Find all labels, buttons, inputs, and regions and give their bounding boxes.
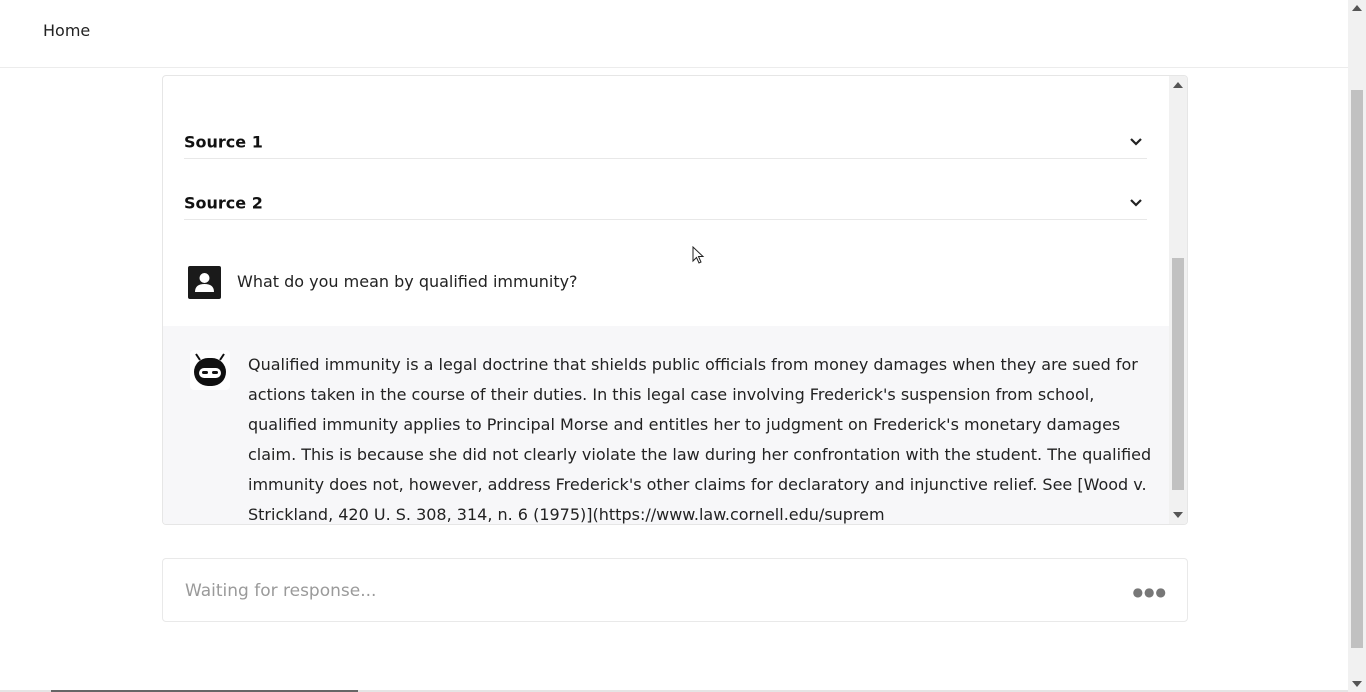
user-message-text: What do you mean by qualified immunity? [237, 272, 578, 291]
source-label: Source 2 [184, 193, 263, 213]
scrollbar-thumb[interactable] [1351, 90, 1363, 648]
chat-history: Source 1 Source 2 What do you mean by qu… [163, 76, 1169, 524]
user-avatar-icon [188, 266, 221, 299]
scroll-down-icon[interactable] [1173, 512, 1183, 518]
robot-avatar-icon [190, 350, 230, 390]
home-link[interactable]: Home [43, 21, 90, 40]
page-scrollbar[interactable] [1348, 0, 1366, 692]
user-message: What do you mean by qualified immunity? [163, 236, 1169, 326]
source-2-accordion[interactable]: Source 2 [184, 159, 1147, 220]
chevron-down-icon[interactable] [1129, 198, 1143, 208]
mouse-cursor-icon [692, 246, 705, 264]
chat-scrollbar[interactable] [1169, 76, 1187, 524]
scroll-up-icon[interactable] [1352, 5, 1362, 11]
scroll-up-icon[interactable] [1173, 82, 1183, 88]
top-navbar: Home [0, 0, 1348, 68]
bot-message-text: Qualified immunity is a legal doctrine t… [248, 355, 1152, 524]
source-label: Source 1 [184, 132, 263, 152]
bot-message: Qualified immunity is a legal doctrine t… [163, 326, 1169, 524]
chat-input-container: ●●● [162, 558, 1188, 622]
chevron-down-icon[interactable] [1129, 137, 1143, 147]
source-1-accordion[interactable]: Source 1 [184, 98, 1147, 159]
scrollbar-thumb[interactable] [1172, 258, 1184, 490]
more-dots-icon: ●●● [1132, 585, 1167, 599]
chat-panel: Source 1 Source 2 What do you mean by qu… [162, 75, 1188, 525]
scroll-down-icon[interactable] [1352, 681, 1362, 687]
chat-input[interactable] [183, 571, 1087, 611]
